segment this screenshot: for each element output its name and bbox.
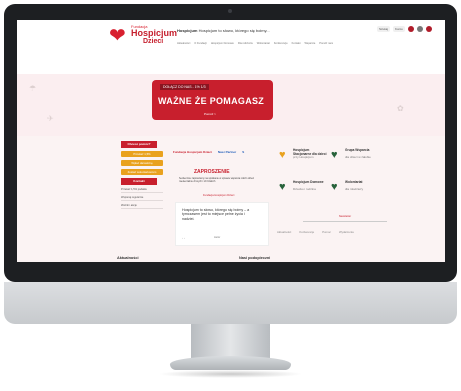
base-shadow <box>158 370 303 378</box>
search-button[interactable]: Szukaj <box>377 26 391 32</box>
service-card[interactable]: ♥ Wolontariat dla młodzieży <box>331 180 379 208</box>
newsletter-field[interactable]: Newsletter <box>303 215 387 222</box>
invitation-title: ZAPROSZENIE <box>194 169 230 175</box>
sidebar-button[interactable]: Przekaż 1,5% <box>121 151 163 157</box>
nav-item[interactable]: Wolontariat <box>257 42 270 45</box>
settings-icon[interactable] <box>416 26 423 32</box>
doodle-icon: ✿ <box>397 104 404 113</box>
sidebar-section-header[interactable]: Kontakt <box>121 178 157 185</box>
service-card[interactable]: ♥ Grupa Wsparcia dla dzieci w żałobie <box>331 148 379 176</box>
heart-logo-icon: ❤ <box>109 25 126 47</box>
language-icon[interactable] <box>425 26 432 32</box>
card-subtitle: dla młodzieży <box>345 187 364 191</box>
logo-main-text: Hospicjum <box>131 28 178 38</box>
card-subtitle: dla dzieci w żałobie <box>345 155 371 159</box>
doodle-icon: ✈ <box>47 114 54 123</box>
sidebar: Chcesz pomóc? Przekaż 1,5% Wpłać darowiz… <box>117 141 167 251</box>
hero-title: WAŻNE ŻE POMAGASZ <box>158 96 265 106</box>
service-card[interactable]: ♥ Hospicjum Stacjonarne dla dzieci przy … <box>279 148 327 176</box>
nav-item[interactable]: Dla rodziców <box>238 42 253 45</box>
partner-logos: Fundacja Hospicjum Dzieci Nasz Partner S <box>173 150 244 154</box>
heart-icon: ♥ <box>279 149 286 161</box>
browser-screen: ❤ Fundacja Hospicjum Dzieci Hospicjum Ho… <box>17 20 445 262</box>
quote-author: Autor <box>214 236 221 239</box>
card-subtitle: Dziecko i rodzina <box>293 187 316 191</box>
card-title: Wolontariat <box>345 180 363 184</box>
monitor-chin <box>4 282 457 324</box>
heart-icon: ♥ <box>279 181 286 193</box>
logo-second-text: Dzieci <box>143 38 164 45</box>
patients-heading: Nasi podopieczni <box>239 256 271 260</box>
tag-link[interactable]: Konferencje <box>299 230 314 234</box>
account-button[interactable]: Konto <box>393 26 405 32</box>
sidebar-item[interactable]: Wspieraj regularnie <box>121 196 163 201</box>
quote-box: Hospicjum to słowo, którego się boimy – … <box>175 202 269 246</box>
partner-logo[interactable]: S <box>242 150 244 154</box>
monitor-stand <box>191 324 270 358</box>
site-logo[interactable]: ❤ Fundacja Hospicjum Dzieci <box>109 24 177 54</box>
heart-icon: ♥ <box>331 149 338 161</box>
card-title: Grupa Wsparcia <box>345 148 370 152</box>
tag-list: Aktualności Konferencje Pomoc Wydarzenia <box>277 230 354 234</box>
site-tagline: Hospicjum Hospicjum to słowo, którego si… <box>177 28 270 33</box>
hero-kicker: DOŁĄCZ DO NAS - 1% 1/3 <box>160 84 209 90</box>
nav-item[interactable]: Wsparcie <box>304 42 315 45</box>
nav-item[interactable]: Hospicjum Domowe <box>211 42 234 45</box>
invitation-text: Serdecznie zapraszamy na spotkanie w spr… <box>179 177 255 183</box>
partner-logo[interactable]: Fundacja Hospicjum Dzieci <box>173 150 212 154</box>
header-utils: Szukaj Konto <box>377 26 432 32</box>
nav-item[interactable]: Aktualności <box>177 42 190 45</box>
invitation-signature: Fundacja Hospicjum Dzieci <box>203 194 235 197</box>
sidebar-button[interactable]: Zostań wolontariuszem <box>121 169 163 175</box>
hero-banner[interactable]: DOŁĄCZ DO NAS - 1% 1/3 WAŻNE ŻE POMAGASZ… <box>152 80 273 120</box>
service-card[interactable]: ♥ Hospicjum Domowe Dziecko i rodzina <box>279 180 327 208</box>
main-nav: Aktualności O Fundacji Hospicjum Domowe … <box>177 42 333 45</box>
monitor-base <box>170 356 291 370</box>
sidebar-item[interactable]: Przekaż 1,5% podatku <box>121 188 163 193</box>
tag-link[interactable]: Pomoc <box>322 230 331 234</box>
site-header: ❤ Fundacja Hospicjum Dzieci Hospicjum Ho… <box>17 20 445 74</box>
sidebar-button[interactable]: Wpłać darowiznę <box>121 160 163 166</box>
nav-item[interactable]: Kontakt <box>292 42 301 45</box>
nav-item[interactable]: Pomóż nam <box>319 42 333 45</box>
quote-text: Hospicjum to słowo, którego się boimy – … <box>182 208 250 221</box>
nav-item[interactable]: O Fundacji <box>194 42 207 45</box>
tagline-text: Hospicjum to słowo, którego się boimy... <box>198 28 270 33</box>
facebook-icon[interactable] <box>407 26 414 32</box>
partner-logo[interactable]: Nasz Partner <box>218 150 236 154</box>
camera-icon <box>228 9 232 13</box>
tagline-bold: Hospicjum <box>177 28 198 33</box>
quote-nav-icon[interactable]: ‹ › <box>182 236 185 240</box>
tag-link[interactable]: Aktualności <box>277 230 291 234</box>
heart-icon: ♥ <box>331 181 338 193</box>
tag-link[interactable]: Wydarzenia <box>339 230 354 234</box>
card-title: Hospicjum Domowe <box>293 180 324 184</box>
news-heading: Aktualności <box>117 256 139 260</box>
hero-button[interactable]: Pomóż > <box>204 112 216 116</box>
sidebar-item[interactable]: Zbiórki i akcje <box>121 204 163 209</box>
doodle-icon: ☂ <box>29 84 37 93</box>
monitor-frame: ❤ Fundacja Hospicjum Dzieci Hospicjum Ho… <box>4 4 457 282</box>
donate-header: Chcesz pomóc? <box>121 141 157 148</box>
card-subtitle: przy Hospicjum <box>293 155 314 159</box>
nav-item[interactable]: Konferencje <box>274 42 288 45</box>
